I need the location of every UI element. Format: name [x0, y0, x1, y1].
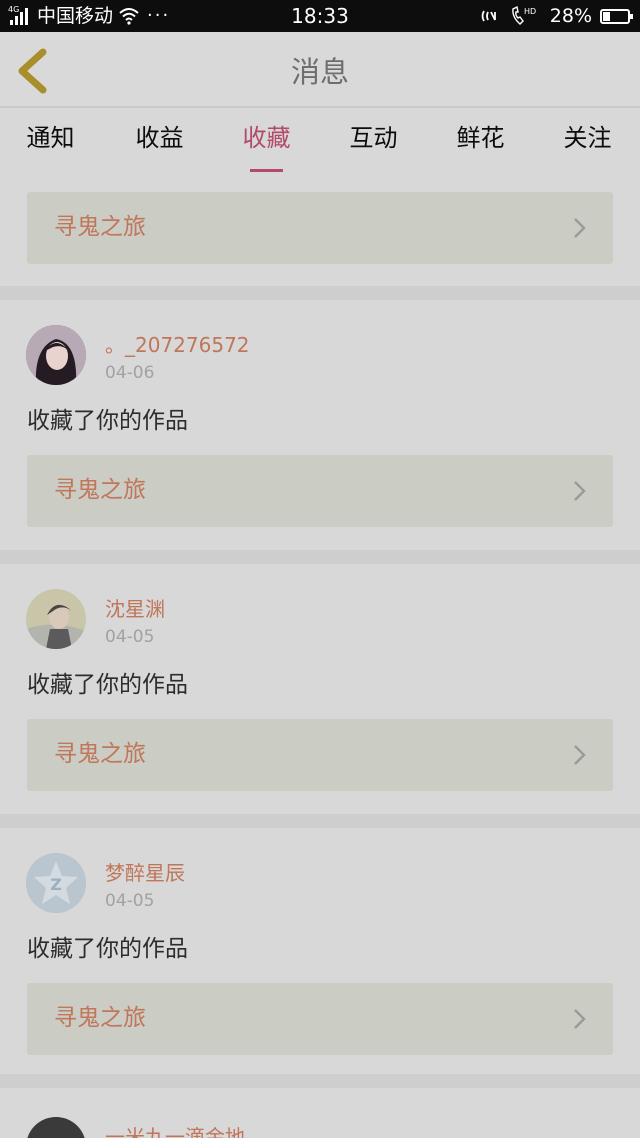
tab-following[interactable]: 关注	[534, 122, 640, 154]
work-link[interactable]: 寻鬼之旅	[27, 455, 613, 527]
divider	[0, 550, 640, 564]
chevron-right-icon	[574, 745, 586, 765]
svg-text:Z: Z	[50, 875, 62, 894]
tab-bar: 通知 收益 收藏 互动 鲜花 关注	[0, 108, 640, 176]
work-link[interactable]: 寻鬼之旅	[27, 983, 613, 1055]
timestamp: 04-06	[105, 363, 155, 383]
work-title: 寻鬼之旅	[54, 1005, 146, 1031]
list-item: 一米九一滴金地	[0, 1088, 640, 1138]
timestamp: 04-05	[105, 627, 155, 647]
divider	[0, 814, 640, 828]
tab-label: 通知	[26, 124, 75, 152]
list-item: 寻鬼之旅	[0, 176, 640, 286]
hd-label: HD	[524, 7, 536, 16]
list-item: 。_207276572 04-06 收藏了你的作品 寻鬼之旅	[0, 300, 640, 550]
action-text: 收藏了你的作品	[27, 936, 188, 962]
page-title: 消息	[290, 55, 349, 89]
tab-label: 鲜花	[456, 124, 505, 152]
tab-notifications[interactable]: 通知	[0, 122, 104, 154]
active-tab-indicator	[250, 169, 283, 172]
tab-label: 收藏	[242, 124, 291, 152]
nfc-icon	[481, 10, 496, 22]
work-title: 寻鬼之旅	[54, 477, 146, 503]
tab-label: 关注	[563, 124, 612, 152]
username[interactable]: 梦醉星辰	[105, 860, 185, 886]
tab-label: 收益	[135, 124, 184, 152]
chevron-right-icon	[574, 481, 586, 501]
hd-call-icon: HD	[511, 5, 536, 25]
divider	[0, 286, 640, 300]
battery-percent: 28%	[549, 5, 592, 27]
avatar[interactable]: Z	[26, 853, 86, 913]
tab-label: 互动	[349, 124, 398, 152]
avatar[interactable]	[26, 1117, 86, 1138]
work-link[interactable]: 寻鬼之旅	[27, 192, 613, 264]
work-title: 寻鬼之旅	[54, 741, 146, 767]
status-bar: 4G 中国移动 ··· 18:33 HD 28%	[0, 0, 640, 32]
list-item: 沈星渊 04-05 收藏了你的作品 寻鬼之旅	[0, 564, 640, 814]
avatar[interactable]	[26, 325, 86, 385]
tab-favorites[interactable]: 收藏	[213, 122, 320, 172]
tab-interactions[interactable]: 互动	[320, 122, 427, 154]
divider	[0, 1074, 640, 1088]
chevron-right-icon	[574, 1009, 586, 1029]
username[interactable]: 。_207276572	[105, 332, 250, 358]
avatar[interactable]	[26, 589, 86, 649]
chevron-right-icon	[574, 218, 586, 238]
battery-icon	[600, 8, 633, 24]
tab-flowers[interactable]: 鲜花	[427, 122, 534, 154]
username[interactable]: 一米九一滴金地	[105, 1124, 245, 1138]
app-header: 消息	[0, 32, 640, 108]
tab-earnings[interactable]: 收益	[106, 122, 213, 154]
list-item: Z 梦醉星辰 04-05 收藏了你的作品 寻鬼之旅	[0, 828, 640, 1074]
action-text: 收藏了你的作品	[27, 672, 188, 698]
timestamp: 04-05	[105, 891, 155, 911]
action-text: 收藏了你的作品	[27, 408, 188, 434]
work-title: 寻鬼之旅	[54, 214, 146, 240]
work-link[interactable]: 寻鬼之旅	[27, 719, 613, 791]
username[interactable]: 沈星渊	[105, 596, 165, 622]
